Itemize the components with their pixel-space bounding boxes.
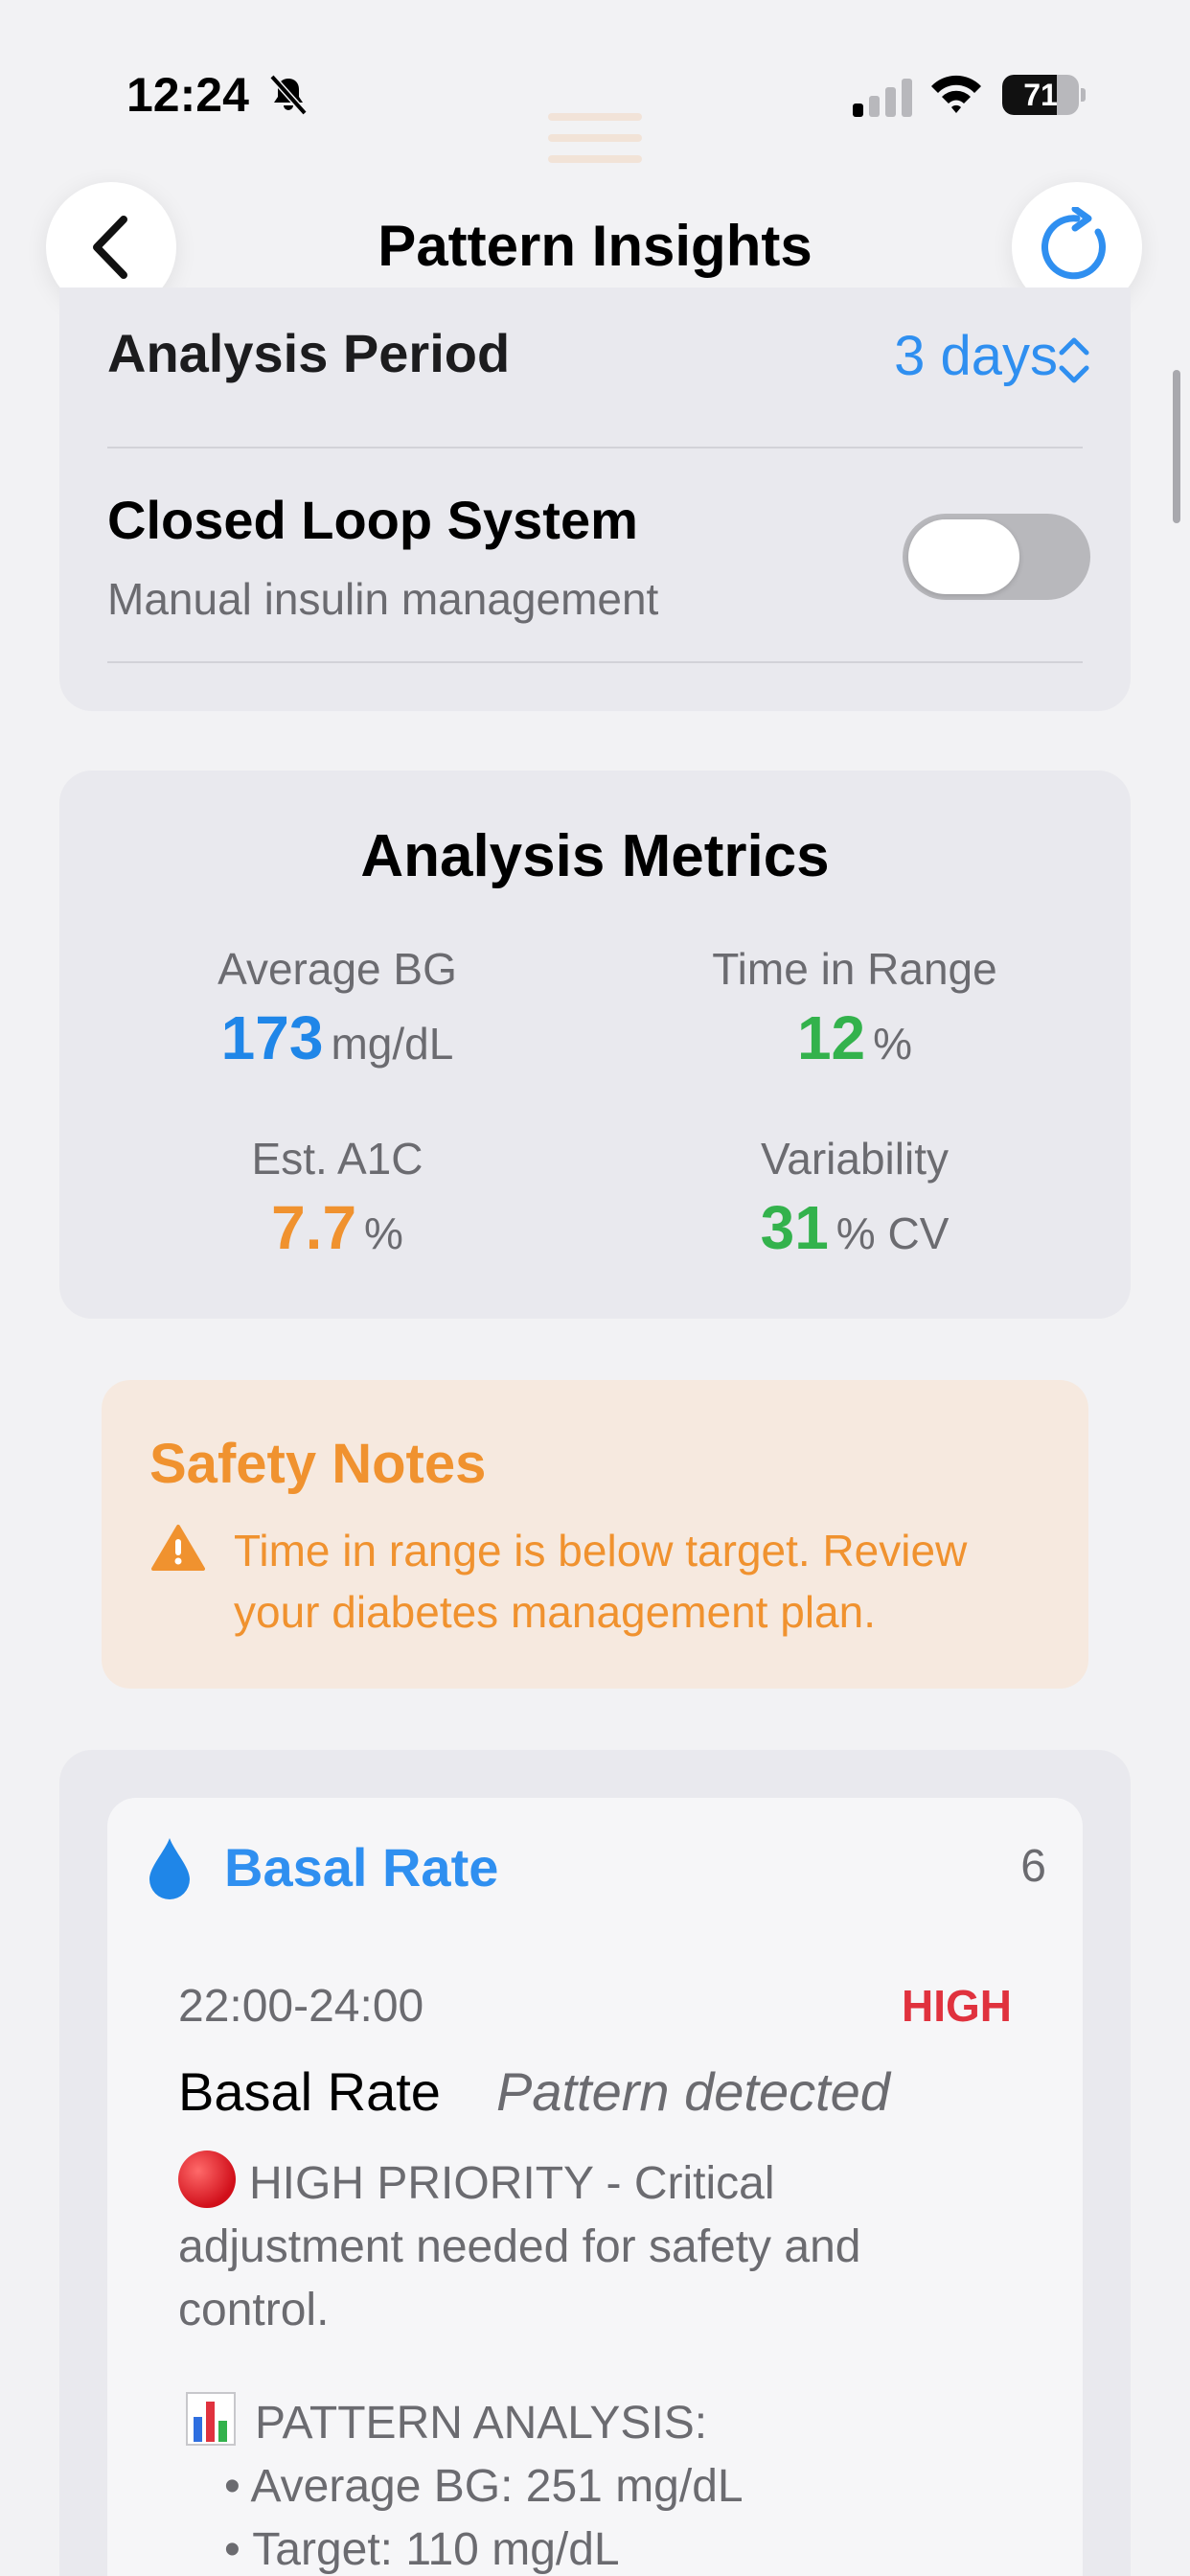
metric-value: 7.7 [271,1193,357,1262]
divider [107,661,1083,663]
red-circle-icon [178,2150,236,2208]
metric-average-bg: Average BG 173 mg/dL [98,943,577,1073]
closed-loop-subtitle: Manual insulin management [107,574,659,624]
warning-triangle-icon [151,1525,205,1571]
analysis-period-label: Analysis Period [107,323,511,383]
analysis-bullet: • Average BG: 251 mg/dL [224,2461,744,2512]
metric-label: Est. A1C [251,1134,423,1184]
safety-notes-card: Safety Notes Time in range is below targ… [102,1380,1088,1689]
metrics-title: Analysis Metrics [360,823,830,889]
safety-notes-title: Safety Notes [149,1433,487,1495]
drag-handle [548,113,642,182]
recommendation-status: Pattern detected [496,2061,890,2122]
recommendation-priority-text: HIGH PRIORITY - Critical adjustment need… [178,2150,1002,2342]
closed-loop-toggle[interactable] [903,514,1090,600]
battery-indicator: 71 [1002,75,1086,115]
metric-value: 31 [760,1193,829,1262]
metric-time-in-range: Time in Range 12% [615,943,1094,1073]
recommendation-count: 6 [1020,1841,1046,1892]
metric-est-a1c: Est. A1C 7.7% [98,1133,577,1263]
recommendation-setting: Basal Rate [178,2061,441,2122]
metric-value: 173 [220,1003,324,1072]
battery-percent: 71 [1023,78,1058,112]
drop-icon [149,1838,190,1899]
metric-unit: % CV [835,1208,950,1258]
analysis-header: PATTERN ANALYSIS: [255,2398,708,2449]
analysis-metrics-card: Analysis Metrics Average BG 173 mg/dL Tim… [59,770,1131,1319]
safety-note-text: Time in range is below target. Review yo… [234,1526,968,1637]
metric-unit: % [873,1019,913,1069]
recommendations-section: Basal Rate 6 22:00-24:00 HIGH Basal Rate… [59,1750,1131,2576]
metric-unit: % [364,1208,403,1258]
recommendation-time-range: 22:00-24:00 [178,1981,424,2032]
bar-chart-icon [186,2392,236,2446]
closed-loop-label: Closed Loop System [107,490,638,550]
wifi-icon [931,75,981,113]
toggle-knob [908,519,1019,594]
metric-unit: mg/dL [331,1019,454,1069]
metric-label: Average BG [217,944,457,994]
metric-label: Variability [761,1134,949,1184]
recommendation-category: Basal Rate [224,1837,499,1898]
basal-rate-group[interactable]: Basal Rate 6 22:00-24:00 HIGH Basal Rate… [107,1798,1083,2576]
refresh-icon [1041,207,1106,280]
bell-slash-icon [269,74,308,116]
settings-card: Analysis Period 3 days Closed Loop Syste… [59,288,1131,711]
analysis-period-picker[interactable]: 3 days [894,324,1058,388]
status-time: 12:24 [126,68,249,122]
cellular-signal-icon [853,79,912,117]
analysis-bullet: • Target: 110 mg/dL [224,2524,620,2575]
divider [107,447,1083,448]
scroll-indicator[interactable] [1173,370,1180,523]
metric-variability: Variability 31% CV [615,1133,1094,1263]
priority-badge: HIGH [902,1981,1012,2031]
metric-value: 12 [796,1003,866,1072]
metric-label: Time in Range [712,944,997,994]
pattern-analysis: PATTERN ANALYSIS: • Average BG: 251 mg/d… [186,2392,1029,2576]
chevron-up-down-icon[interactable] [1056,334,1092,387]
